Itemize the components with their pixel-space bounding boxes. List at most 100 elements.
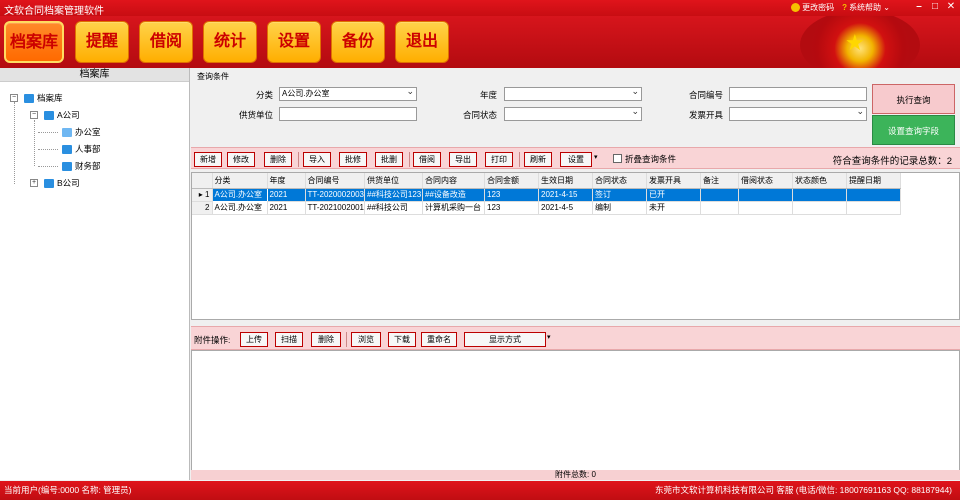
table-cell[interactable]: A公司.办公室 <box>211 187 268 202</box>
table-cell[interactable]: TT-2020002003 <box>305 188 365 202</box>
column-header[interactable]: 状态颜色 <box>792 173 847 189</box>
table-cell[interactable] <box>738 188 793 202</box>
attachment-delete-button[interactable]: 删除 <box>311 332 341 347</box>
column-header[interactable]: 发票开具 <box>646 173 701 189</box>
export-button[interactable]: 导出 <box>449 152 477 167</box>
column-header[interactable]: 备注 <box>700 173 739 189</box>
tree-line <box>14 102 15 184</box>
column-header[interactable]: 年度 <box>267 173 306 189</box>
rename-button[interactable]: 重命名 <box>421 332 457 347</box>
table-cell[interactable]: 2021 <box>267 201 306 215</box>
help-link[interactable]: ? 系统帮助 ⌄ <box>842 2 890 13</box>
category-select[interactable]: A公司.办公室 <box>279 85 417 101</box>
table-cell[interactable]: 未开 <box>646 201 701 215</box>
table-cell[interactable]: 签订 <box>592 188 647 202</box>
tree-node-company-b[interactable]: B公司 <box>44 178 80 189</box>
change-password-link[interactable]: 更改密码 <box>791 2 834 13</box>
table-cell[interactable]: ##设备改造 <box>422 188 485 202</box>
column-header[interactable]: 借阅状态 <box>738 173 793 189</box>
table-cell[interactable] <box>700 201 739 215</box>
table-cell[interactable] <box>700 188 739 202</box>
print-button[interactable]: 打印 <box>485 152 513 167</box>
tree-node-hr[interactable]: 人事部 <box>62 144 101 155</box>
menu-settings[interactable]: 设置 <box>267 21 321 63</box>
refresh-button[interactable]: 刷新 <box>524 152 552 167</box>
table-cell[interactable]: 123 <box>484 188 539 202</box>
collapse-toggle[interactable]: − <box>30 111 38 119</box>
import-button[interactable]: 导入 <box>303 152 331 167</box>
help-label: 系统帮助 <box>849 3 882 12</box>
table-cell[interactable] <box>846 188 901 202</box>
minimize-icon[interactable]: – <box>912 1 926 14</box>
column-header[interactable]: 合同金额 <box>484 173 539 189</box>
contract-no-input[interactable] <box>729 87 867 101</box>
delete-button[interactable]: 删除 <box>264 152 292 167</box>
menu-backup[interactable]: 备份 <box>331 21 385 63</box>
close-icon[interactable]: ✕ <box>944 1 958 14</box>
add-button[interactable]: 新增 <box>194 152 222 167</box>
table-cell[interactable]: TT-2021002001 <box>305 201 365 215</box>
scan-button[interactable]: 扫描 <box>275 332 303 347</box>
collapse-toggle[interactable]: − <box>10 94 18 102</box>
column-header[interactable]: 生效日期 <box>538 173 593 189</box>
batch-delete-button[interactable]: 批删 <box>375 152 403 167</box>
table-cell[interactable]: 2021 <box>267 188 306 202</box>
table-cell[interactable]: 计算机采购一台 <box>422 201 485 215</box>
settings-dropdown-icon[interactable]: ▾ <box>594 153 598 161</box>
execute-query-button[interactable]: 执行查询 <box>872 84 955 114</box>
table-cell[interactable]: A公司.办公室 <box>212 201 268 215</box>
menu-archive[interactable]: 档案库 <box>4 21 64 63</box>
display-mode-button[interactable]: 显示方式 <box>464 332 546 347</box>
download-button[interactable]: 下载 <box>388 332 416 347</box>
expand-toggle[interactable]: + <box>30 179 38 187</box>
column-header[interactable]: 提醒日期 <box>846 173 901 189</box>
year-label: 年度 <box>479 90 497 100</box>
column-header[interactable]: 供货单位 <box>364 173 423 189</box>
status-select[interactable] <box>504 105 642 121</box>
tree-node-label: A公司 <box>57 110 80 120</box>
table-cell[interactable]: 已开 <box>646 188 701 202</box>
category-label: 分类 <box>255 90 273 100</box>
table-cell[interactable]: ##科技公司 <box>364 201 423 215</box>
year-select[interactable] <box>504 85 642 101</box>
tree-node-company-a[interactable]: A公司 <box>44 110 80 121</box>
menu-statistics[interactable]: 统计 <box>203 21 257 63</box>
menu-exit[interactable]: 退出 <box>395 21 449 63</box>
row-header <box>192 173 213 189</box>
table-cell[interactable]: 123 <box>484 201 539 215</box>
upload-button[interactable]: 上传 <box>240 332 268 347</box>
maximize-icon[interactable]: □ <box>928 1 942 14</box>
table-cell[interactable] <box>738 201 793 215</box>
table-row[interactable]: 2 A公司.办公室 2021 TT-2021002001 ##科技公司 计算机采… <box>192 201 901 215</box>
table-row[interactable]: ▸ 1 A公司.办公室 2021 TT-2020002003 ##科技公司123… <box>192 187 901 202</box>
set-query-fields-button[interactable]: 设置查询字段 <box>872 115 955 145</box>
supplier-input[interactable] <box>279 107 417 121</box>
browse-button[interactable]: 浏览 <box>351 332 381 347</box>
menu-borrow[interactable]: 借阅 <box>139 21 193 63</box>
invoice-select[interactable] <box>729 105 867 121</box>
tree-line <box>38 132 58 133</box>
tree-node-office[interactable]: 办公室 <box>62 127 101 138</box>
table-cell[interactable]: 编制 <box>592 201 647 215</box>
batch-edit-button[interactable]: 批修 <box>339 152 367 167</box>
table-header-row: 分类 年度 合同编号 供货单位 合同内容 合同金额 生效日期 合同状态 发票开具… <box>192 173 901 189</box>
column-header[interactable]: 合同内容 <box>422 173 485 189</box>
column-header[interactable]: 合同编号 <box>305 173 365 189</box>
edit-button[interactable]: 修改 <box>227 152 255 167</box>
table-cell[interactable] <box>792 188 847 202</box>
borrow-button[interactable]: 借阅 <box>413 152 441 167</box>
tree-node-finance[interactable]: 财务部 <box>62 161 101 172</box>
table-cell[interactable]: 2021-4-5 <box>538 201 593 215</box>
column-header[interactable]: 分类 <box>212 173 268 189</box>
tree-node-root[interactable]: 档案库 <box>24 93 63 104</box>
table-cell[interactable] <box>846 201 901 215</box>
settings-button[interactable]: 设置 <box>560 152 592 167</box>
display-mode-dropdown-icon[interactable]: ▾ <box>547 333 551 341</box>
column-header[interactable]: 合同状态 <box>592 173 647 189</box>
collapse-query-checkbox[interactable] <box>613 154 622 163</box>
table-cell[interactable] <box>792 201 847 215</box>
archive-tree-panel: 档案库 − 档案库 − A公司 办公室 人事部 财务部 + B公司 <box>0 68 190 480</box>
table-cell[interactable]: ##科技公司123 <box>364 188 423 202</box>
table-cell[interactable]: 2021-4-15 <box>538 188 593 202</box>
menu-reminder[interactable]: 提醒 <box>75 21 129 63</box>
